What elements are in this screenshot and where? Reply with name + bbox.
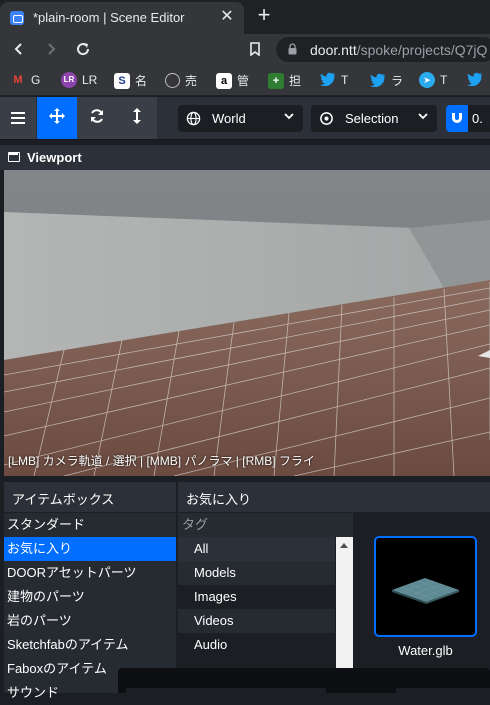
bookmark-item-overflow[interactable] (467, 72, 488, 88)
overlay-bar-right (396, 688, 490, 693)
dock-overlay-panel (118, 668, 490, 693)
scale-tool-button[interactable] (117, 97, 157, 139)
bookmark-item-lr[interactable]: LR LR (61, 72, 97, 88)
bookmark-icon (250, 42, 260, 57)
twitter-icon-3 (467, 72, 483, 88)
tag-images[interactable]: Images (178, 585, 335, 609)
asset-card-water[interactable] (374, 536, 477, 637)
item-box-title: アイテムボックス (12, 492, 115, 507)
tag-all[interactable]: All (178, 537, 335, 561)
globe-icon (165, 73, 180, 88)
browser-tab[interactable]: *plain-room | Scene Editor ✕ (0, 2, 244, 34)
translate-tool-button[interactable] (37, 97, 77, 139)
asset-source-list: スタンダード お気に入り DOORアセットパーツ 建物のパーツ 岩のパーツ Sk… (4, 513, 176, 700)
gmail-icon: M (10, 72, 26, 88)
bookmark-item-g[interactable]: MG (10, 72, 40, 88)
scene-render (4, 170, 490, 476)
overlay-bar-left (126, 688, 326, 693)
favorites-header: お気に入り (178, 482, 490, 512)
transform-pivot-dropdown[interactable]: Selection (311, 105, 437, 132)
menu-button[interactable] (0, 97, 36, 139)
back-button[interactable] (8, 38, 30, 60)
telegram-icon: ➤ (419, 72, 435, 88)
bookmark-item-t2[interactable]: ➤ T (419, 72, 447, 88)
move-arrows-icon (49, 108, 65, 124)
rotate-icon (91, 109, 103, 123)
source-item-building-parts[interactable]: 建物のパーツ (4, 585, 176, 609)
twitter-icon-2 (370, 73, 386, 89)
snap-control[interactable]: 0. (446, 105, 490, 132)
vertical-arrows-icon (133, 108, 141, 124)
plus-green-icon: + (268, 72, 284, 89)
address-bar[interactable]: door.ntt/spoke/projects/Q7jQ (276, 37, 490, 62)
bookmark-item-ra[interactable]: ラ (370, 72, 403, 88)
bookmark-item-tan[interactable]: + 担 (268, 72, 301, 89)
transform-space-dropdown[interactable]: World (178, 105, 303, 132)
bookmark-star-button[interactable] (244, 38, 266, 60)
viewport-title: Viewport (27, 150, 82, 165)
chevron-down-icon (284, 113, 294, 120)
source-item-favorites[interactable]: お気に入り (4, 537, 176, 561)
scroll-up-arrow-icon[interactable] (340, 543, 348, 548)
lr-icon: LR (61, 72, 77, 88)
new-tab-button[interactable]: + (254, 4, 274, 26)
source-item-door-asset-parts[interactable]: DOORアセットパーツ (4, 561, 176, 585)
url-text: door.ntt/spoke/projects/Q7jQ (310, 42, 488, 58)
asset-card-label: Water.glb (398, 643, 453, 658)
item-box-header: アイテムボックス (4, 482, 176, 512)
scene-editor-favicon-icon (10, 11, 24, 25)
reload-icon (77, 43, 90, 56)
bookmarks-bar: MG LR LR S名 売 a管 + 担 T ラ ➤ T (0, 64, 490, 96)
lock-icon (288, 43, 297, 55)
snap-value: 0. (472, 111, 483, 126)
editor-toolbar: World Selection 0. (0, 97, 490, 140)
bookmark-item-mei[interactable]: S名 (114, 72, 147, 89)
water-thumbnail (392, 578, 459, 604)
bookmark-item-kan[interactable]: a管 (216, 72, 249, 89)
chevron-down-icon (418, 113, 428, 120)
tag-models[interactable]: Models (178, 561, 335, 585)
reload-button[interactable] (72, 38, 94, 60)
tab-title: *plain-room | Scene Editor (33, 10, 185, 25)
globe-icon (186, 111, 201, 126)
rotate-tool-button[interactable] (77, 97, 117, 139)
target-icon (320, 112, 333, 125)
viewport-panel-header: Viewport (0, 145, 490, 170)
transform-pivot-value: Selection (345, 111, 399, 126)
twitter-icon (320, 72, 336, 88)
bookmark-item-uri[interactable]: 売 (165, 72, 197, 88)
source-item-standard[interactable]: スタンダード (4, 513, 176, 537)
hamburger-icon (11, 112, 25, 124)
browser-toolbar: door.ntt/spoke/projects/Q7jQ (0, 34, 490, 64)
forward-arrow-icon (48, 43, 56, 55)
close-tab-icon[interactable]: ✕ (218, 8, 236, 26)
viewport-canvas[interactable] (4, 170, 490, 476)
back-arrow-icon (14, 43, 22, 55)
transform-space-value: World (212, 111, 246, 126)
tag-audio[interactable]: Audio (178, 633, 335, 657)
magnet-icon[interactable] (446, 105, 468, 132)
viewport-window-icon (8, 152, 20, 162)
forward-button[interactable] (40, 38, 62, 60)
amazon-icon: a (216, 72, 232, 89)
tag-videos[interactable]: Videos (178, 609, 335, 633)
source-item-sketchfab[interactable]: Sketchfabのアイテム (4, 633, 176, 657)
s-icon: S (114, 72, 130, 89)
bookmark-item-t[interactable]: T (320, 72, 348, 88)
browser-tab-strip: *plain-room | Scene Editor ✕ + (0, 0, 490, 34)
source-item-rock-parts[interactable]: 岩のパーツ (4, 609, 176, 633)
tag-header: タグ (178, 513, 353, 537)
tag-filter-pane: タグ All Models Images Videos Audio (178, 513, 353, 693)
favorites-title: お気に入り (186, 492, 252, 507)
viewport-help-text: [LMB] カメラ軌道 / 選択 | [MMB] パノラマ | [RMB] フラ… (8, 454, 315, 468)
